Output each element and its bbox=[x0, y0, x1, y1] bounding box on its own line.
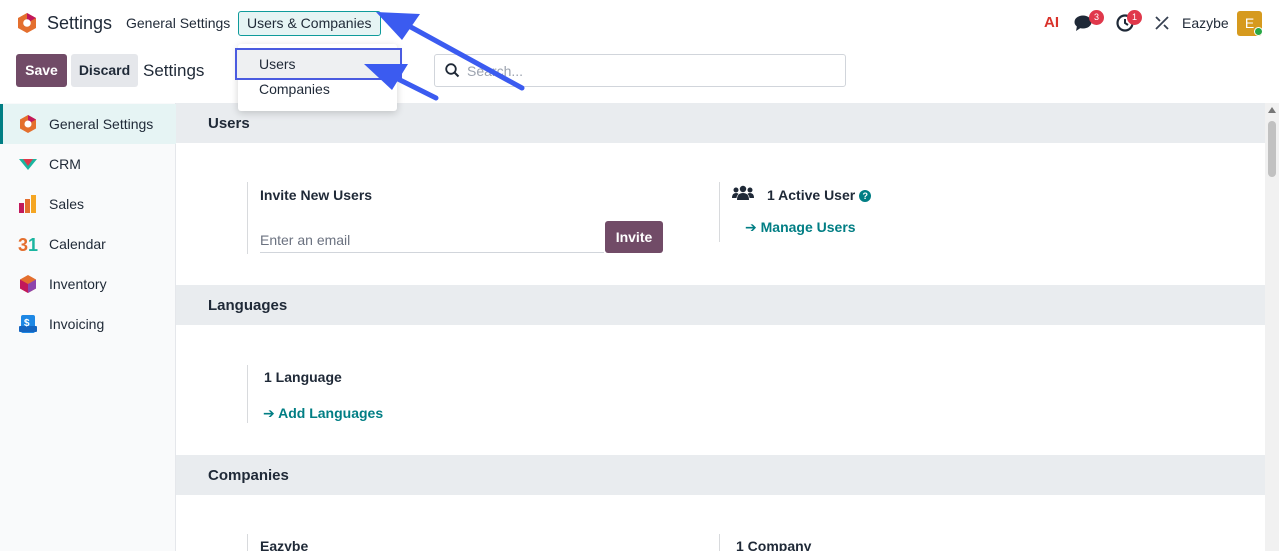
sidebar-item-inventory[interactable]: Inventory bbox=[0, 264, 176, 304]
messages-badge: 3 bbox=[1089, 10, 1104, 25]
invite-button[interactable]: Invite bbox=[605, 221, 663, 253]
sidebar-item-label: General Settings bbox=[49, 116, 154, 132]
divider bbox=[247, 365, 248, 423]
calendar-app-icon: 3 1 bbox=[18, 235, 38, 254]
page-title: Settings bbox=[143, 61, 205, 80]
active-users-count: 1 Active User? bbox=[767, 187, 872, 203]
svg-text:3: 3 bbox=[18, 235, 28, 254]
dropdown-item-companies[interactable]: Companies bbox=[238, 76, 397, 103]
sidebar-item-calendar[interactable]: 3 1 Calendar bbox=[0, 224, 176, 264]
crm-app-icon bbox=[19, 159, 37, 170]
sidebar-item-invoicing[interactable]: $ Invoicing bbox=[0, 304, 176, 344]
language-count: 1 Language bbox=[264, 369, 342, 385]
settings-app-icon bbox=[20, 115, 36, 133]
divider bbox=[247, 182, 248, 254]
sidebar-item-label: Calendar bbox=[49, 236, 106, 252]
settings-sidebar: General Settings CRM Sales 3 1 Calendar … bbox=[0, 103, 176, 551]
sidebar-item-sales[interactable]: Sales bbox=[0, 184, 176, 224]
manage-users-label: Manage Users bbox=[760, 219, 856, 235]
search-input[interactable] bbox=[467, 55, 837, 86]
help-icon[interactable]: ? bbox=[859, 190, 872, 202]
sidebar-item-crm[interactable]: CRM bbox=[0, 144, 176, 184]
save-button[interactable]: Save bbox=[16, 54, 67, 87]
users-group-icon bbox=[732, 185, 754, 200]
invite-email-input[interactable] bbox=[260, 228, 604, 253]
menu-general-settings[interactable]: General Settings bbox=[126, 15, 230, 31]
tools-icon[interactable] bbox=[1154, 15, 1170, 31]
top-navbar: Settings General Settings Users & Compan… bbox=[0, 0, 1279, 46]
manage-users-link[interactable]: ➔ Manage Users bbox=[745, 219, 856, 236]
section-header-languages: Languages bbox=[176, 285, 1265, 325]
arrow-right-icon: ➔ bbox=[745, 219, 761, 235]
svg-text:$: $ bbox=[24, 318, 30, 329]
invoicing-app-icon: $ bbox=[19, 315, 37, 333]
sales-app-icon bbox=[19, 195, 36, 213]
arrow-right-icon: ➔ bbox=[263, 405, 279, 421]
company-name: Eazybe bbox=[260, 538, 309, 551]
section-title: Companies bbox=[208, 467, 289, 484]
odoo-settings-logo-icon[interactable] bbox=[16, 12, 38, 34]
content-scrollbar[interactable] bbox=[1265, 103, 1279, 551]
svg-text:1: 1 bbox=[28, 235, 38, 254]
app-title[interactable]: Settings bbox=[47, 13, 112, 34]
sidebar-item-label: CRM bbox=[49, 156, 81, 172]
users-companies-dropdown: Users Companies bbox=[235, 44, 402, 111]
add-languages-label: Add Languages bbox=[278, 405, 384, 421]
inventory-app-icon bbox=[20, 275, 36, 293]
sidebar-item-general-settings[interactable]: General Settings bbox=[0, 104, 176, 144]
scroll-thumb[interactable] bbox=[1268, 121, 1276, 177]
ai-icon[interactable]: AI bbox=[1044, 14, 1059, 31]
section-title: Languages bbox=[208, 297, 288, 314]
divider bbox=[247, 534, 248, 551]
menu-users-companies[interactable]: Users & Companies bbox=[238, 11, 381, 36]
online-status-dot bbox=[1254, 27, 1263, 36]
active-users-text: 1 Active User bbox=[767, 187, 856, 203]
sidebar-item-label: Sales bbox=[49, 196, 85, 212]
company-switcher-name[interactable]: Eazybe bbox=[1182, 15, 1229, 31]
section-title: Users bbox=[208, 115, 250, 132]
sidebar-item-label: Inventory bbox=[49, 276, 107, 292]
search-icon bbox=[445, 63, 460, 78]
divider bbox=[719, 534, 720, 551]
section-header-companies: Companies bbox=[176, 455, 1265, 495]
sidebar-item-label: Invoicing bbox=[49, 316, 105, 332]
company-count: 1 Company bbox=[736, 538, 812, 551]
search-box[interactable] bbox=[434, 54, 846, 87]
scroll-up-arrow-icon[interactable] bbox=[1268, 107, 1276, 113]
divider bbox=[719, 182, 720, 242]
activities-badge: 1 bbox=[1127, 10, 1142, 25]
invite-users-label: Invite New Users bbox=[260, 187, 373, 203]
discard-button[interactable]: Discard bbox=[71, 54, 138, 87]
add-languages-link[interactable]: ➔ Add Languages bbox=[263, 405, 383, 422]
